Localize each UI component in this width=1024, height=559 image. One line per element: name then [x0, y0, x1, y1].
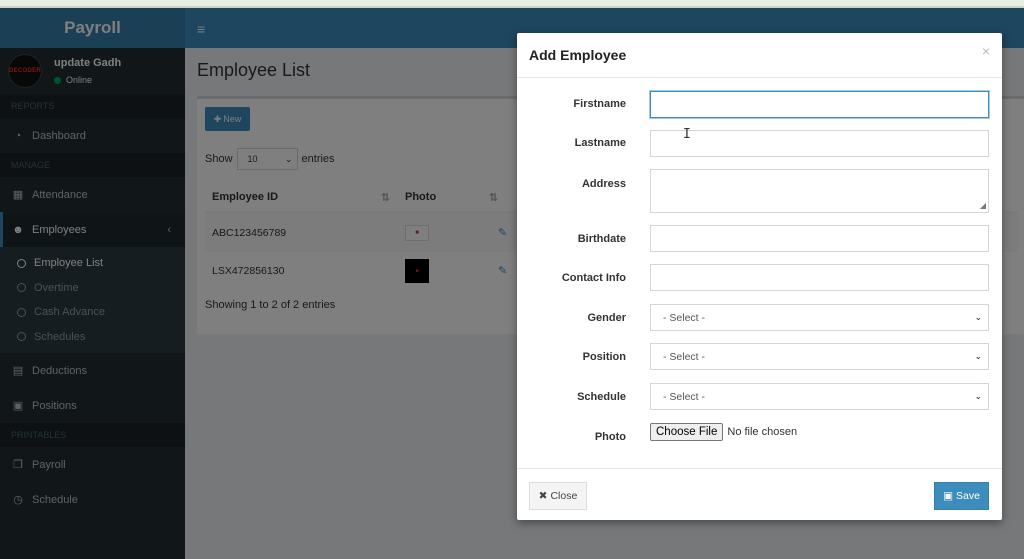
address-label: Address — [581, 178, 626, 190]
birthdate-label: Birthdate — [577, 233, 626, 245]
choose-file-button[interactable]: Choose File — [650, 423, 724, 441]
firstname-label: Firstname — [573, 98, 626, 110]
modal-header: Add Employee × — [517, 33, 1002, 78]
browser-top-strip — [0, 0, 1024, 8]
position-label: Position — [582, 351, 626, 363]
gender-select-value: - Select - — [663, 311, 706, 324]
photo-file-input: Choose File No file chosen — [650, 423, 797, 441]
modal-footer: ✖ Close ▣ Save — [517, 468, 1002, 520]
chevron-down-icon: ⌄ — [974, 391, 982, 401]
chevron-down-icon: ⌄ — [974, 351, 982, 361]
address-textarea[interactable]: ◢ — [650, 169, 989, 213]
position-select-value: - Select - — [663, 350, 706, 363]
chevron-down-icon: ⌄ — [974, 312, 982, 322]
save-button[interactable]: ▣ Save — [934, 482, 989, 510]
gender-label: Gender — [587, 312, 626, 324]
contact-info-input[interactable] — [650, 264, 989, 291]
close-button[interactable]: ✖ Close — [529, 482, 587, 510]
file-status-text: No file chosen — [727, 426, 798, 438]
lastname-label: Lastname — [574, 137, 626, 149]
resize-handle-icon[interactable]: ◢ — [980, 202, 986, 210]
close-button-label: Close — [550, 490, 578, 502]
contact-info-label: Contact Info — [561, 272, 626, 284]
birthdate-input[interactable] — [650, 225, 989, 252]
firstname-input[interactable] — [650, 91, 989, 118]
times-icon: ✖ — [538, 490, 548, 502]
schedule-label: Schedule — [577, 391, 626, 403]
modal-title: Add Employee — [529, 47, 627, 63]
save-button-label: Save — [955, 490, 980, 502]
floppy-disk-icon: ▣ — [943, 490, 953, 502]
gender-select[interactable]: - Select - ⌄ — [650, 304, 989, 331]
lastname-input[interactable] — [650, 130, 989, 157]
text-cursor-icon: I — [683, 127, 691, 142]
schedule-select-value: - Select - — [663, 390, 706, 403]
close-icon[interactable]: × — [982, 43, 990, 59]
photo-label: Photo — [594, 431, 626, 443]
schedule-select[interactable]: - Select - ⌄ — [650, 383, 989, 410]
position-select[interactable]: - Select - ⌄ — [650, 343, 989, 370]
add-employee-modal: Add Employee × Firstname Lastname Addres… — [517, 33, 1002, 520]
